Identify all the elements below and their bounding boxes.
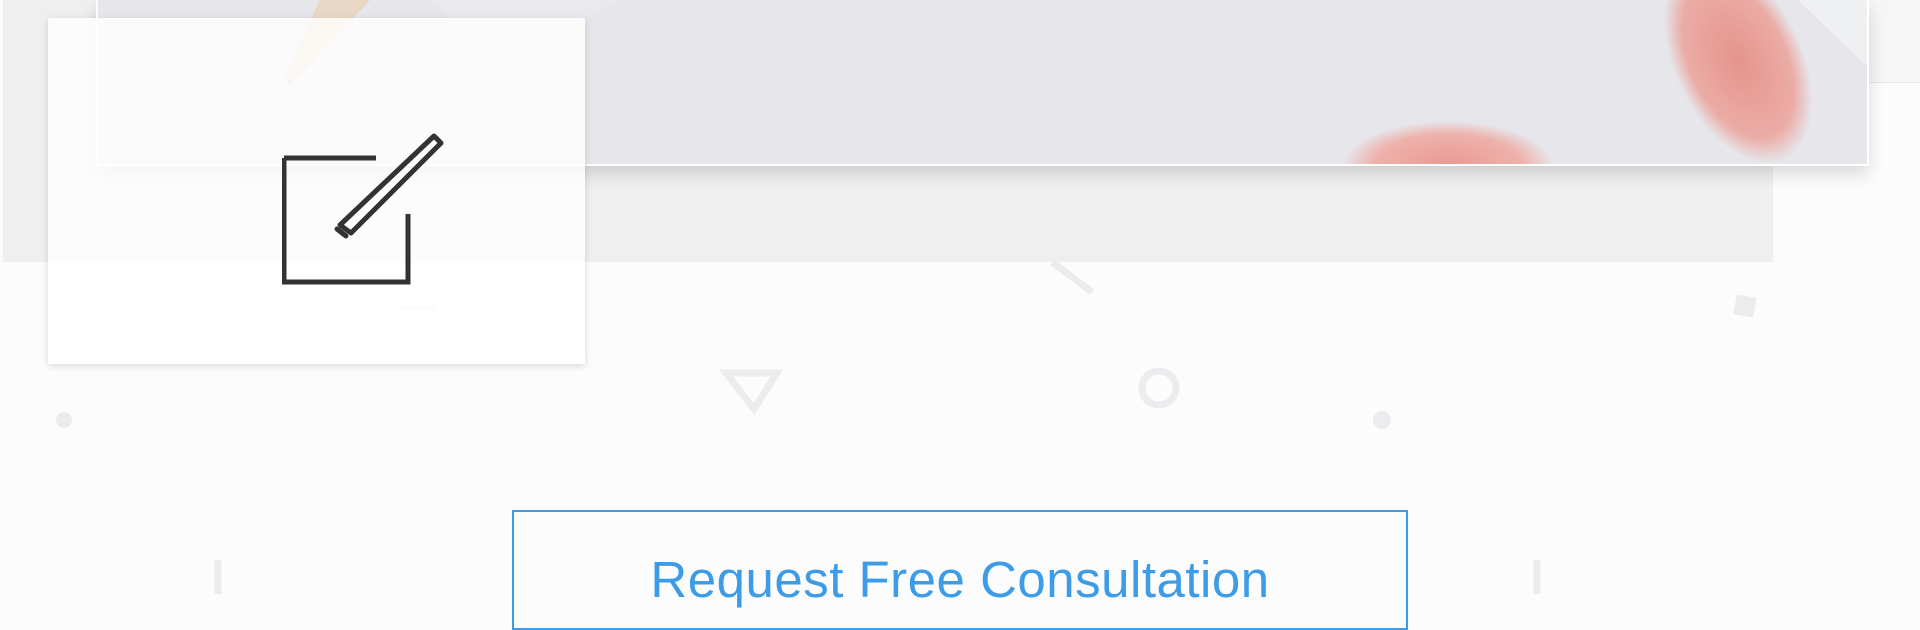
request-consultation-button[interactable]: Request Free Consultation — [512, 510, 1408, 630]
feature-card — [48, 18, 585, 364]
triangle-shape — [718, 369, 784, 416]
square-shape — [1733, 294, 1757, 318]
edit-icon — [282, 133, 444, 285]
dot-shape — [1373, 411, 1391, 429]
circle-shape — [1138, 367, 1180, 409]
line-shape — [1049, 259, 1095, 295]
dot-shape — [56, 412, 72, 428]
